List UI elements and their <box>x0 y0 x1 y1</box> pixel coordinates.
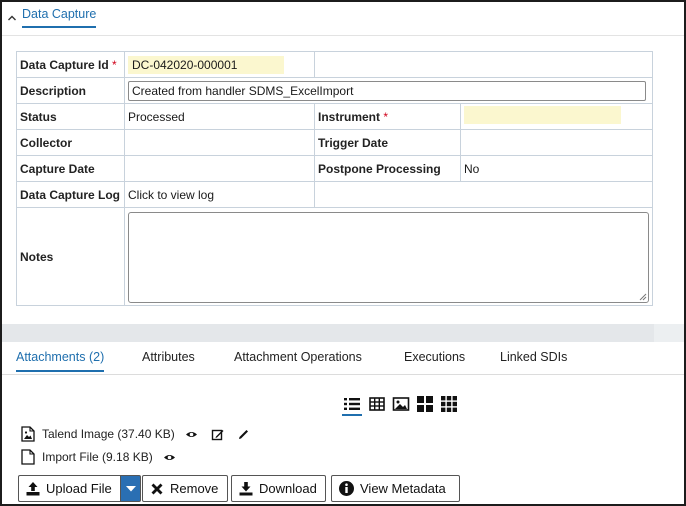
collector-label: Collector <box>16 129 125 156</box>
data-capture-log-label: Data Capture Log <box>16 181 125 208</box>
document-file-icon <box>21 449 35 465</box>
view-log-link[interactable]: Click to view log <box>128 188 214 202</box>
form-row-notes: Notes <box>16 207 653 306</box>
info-icon <box>339 481 354 496</box>
postpone-processing-value: No <box>460 155 653 182</box>
data-capture-id-label: Data Capture Id * <box>16 51 125 78</box>
notes-label: Notes <box>16 207 125 306</box>
small-grid-icon[interactable] <box>439 394 459 416</box>
capture-date-label: Capture Date <box>16 155 125 182</box>
instrument-label: Instrument * <box>314 103 461 130</box>
upload-options-dropdown[interactable] <box>121 475 141 502</box>
tab-attributes[interactable]: Attributes <box>142 350 195 370</box>
form-row-description: Description Created from handler SDMS_Ex… <box>16 77 653 104</box>
remove-button[interactable]: Remove <box>142 475 228 502</box>
form-row-status: Status Processed Instrument * <box>16 103 653 130</box>
view-eye-icon[interactable] <box>163 451 176 464</box>
description-cell: Created from handler SDMS_ExcelImport <box>124 77 653 104</box>
edit-icon[interactable] <box>211 428 224 441</box>
attachment-item[interactable]: Import File (9.18 KB) <box>21 448 189 466</box>
remove-label: Remove <box>170 481 219 496</box>
image-file-icon <box>21 426 35 442</box>
collector-value <box>124 129 315 156</box>
tab-executions[interactable]: Executions <box>404 350 465 370</box>
status-label: Status <box>16 103 125 130</box>
upload-file-label: Upload File <box>46 481 112 496</box>
form-row-id: Data Capture Id * DC-042020-000001 <box>16 51 653 78</box>
view-metadata-label: View Metadata <box>360 481 446 496</box>
form-row-log: Data Capture Log Click to view log <box>16 181 653 208</box>
view-metadata-button[interactable]: View Metadata <box>331 475 460 502</box>
instrument-field[interactable] <box>464 106 621 124</box>
description-label: Description <box>16 77 125 104</box>
view-eye-icon[interactable] <box>185 428 198 441</box>
notes-textarea[interactable] <box>128 211 649 303</box>
tab-attachment-operations[interactable]: Attachment Operations <box>234 350 362 370</box>
trigger-date-value <box>460 129 653 156</box>
attachment-name[interactable]: Talend Image (37.40 KB) <box>42 427 175 441</box>
data-capture-id-field[interactable]: DC-042020-000001 <box>128 55 284 74</box>
pencil-icon[interactable] <box>237 428 250 441</box>
resize-grip-icon[interactable] <box>639 293 647 301</box>
empty-cell <box>314 181 653 208</box>
download-label: Download <box>259 481 317 496</box>
download-button[interactable]: Download <box>231 475 326 502</box>
data-capture-log-cell: Click to view log <box>124 181 315 208</box>
form-row-capture-date: Capture Date Postpone Processing No <box>16 155 653 182</box>
close-icon <box>151 483 163 494</box>
data-capture-form: Data Capture Id * DC-042020-000001 Descr… <box>16 51 653 306</box>
upload-file-button[interactable]: Upload File <box>18 475 121 502</box>
attachment-item[interactable]: Talend Image (37.40 KB) <box>21 425 263 443</box>
required-marker: * <box>383 109 389 124</box>
table-view-icon[interactable] <box>367 394 387 416</box>
data-capture-panel: Data Capture Data Capture Id * DC-042020… <box>0 0 686 506</box>
section-separator-edge <box>654 324 684 342</box>
instrument-cell <box>460 103 653 130</box>
chevron-down-icon <box>126 486 136 492</box>
large-grid-icon[interactable] <box>415 394 435 416</box>
image-view-icon[interactable] <box>391 394 411 416</box>
tab-bar: Attachments (2) Attributes Attachment Op… <box>2 342 684 375</box>
section-header: Data Capture <box>2 2 684 36</box>
status-value: Processed <box>124 103 315 130</box>
postpone-processing-label: Postpone Processing <box>314 155 461 182</box>
upload-icon <box>26 481 40 495</box>
section-title[interactable]: Data Capture <box>22 7 97 28</box>
section-separator <box>2 324 684 342</box>
trigger-date-label: Trigger Date <box>314 129 461 156</box>
empty-cell <box>314 51 653 78</box>
tab-attachments[interactable]: Attachments (2) <box>16 350 105 372</box>
required-marker: * <box>112 57 117 72</box>
form-row-collector: Collector Trigger Date <box>16 129 653 156</box>
data-capture-id-cell: DC-042020-000001 <box>124 51 315 78</box>
list-view-icon[interactable] <box>342 394 362 416</box>
capture-date-value <box>124 155 315 182</box>
tab-linked-sdis[interactable]: Linked SDIs <box>500 350 567 370</box>
download-icon <box>239 481 253 495</box>
attachment-name[interactable]: Import File (9.18 KB) <box>42 450 153 464</box>
chevron-up-icon[interactable] <box>7 13 17 23</box>
description-input[interactable]: Created from handler SDMS_ExcelImport <box>128 80 646 101</box>
notes-cell <box>124 207 653 306</box>
